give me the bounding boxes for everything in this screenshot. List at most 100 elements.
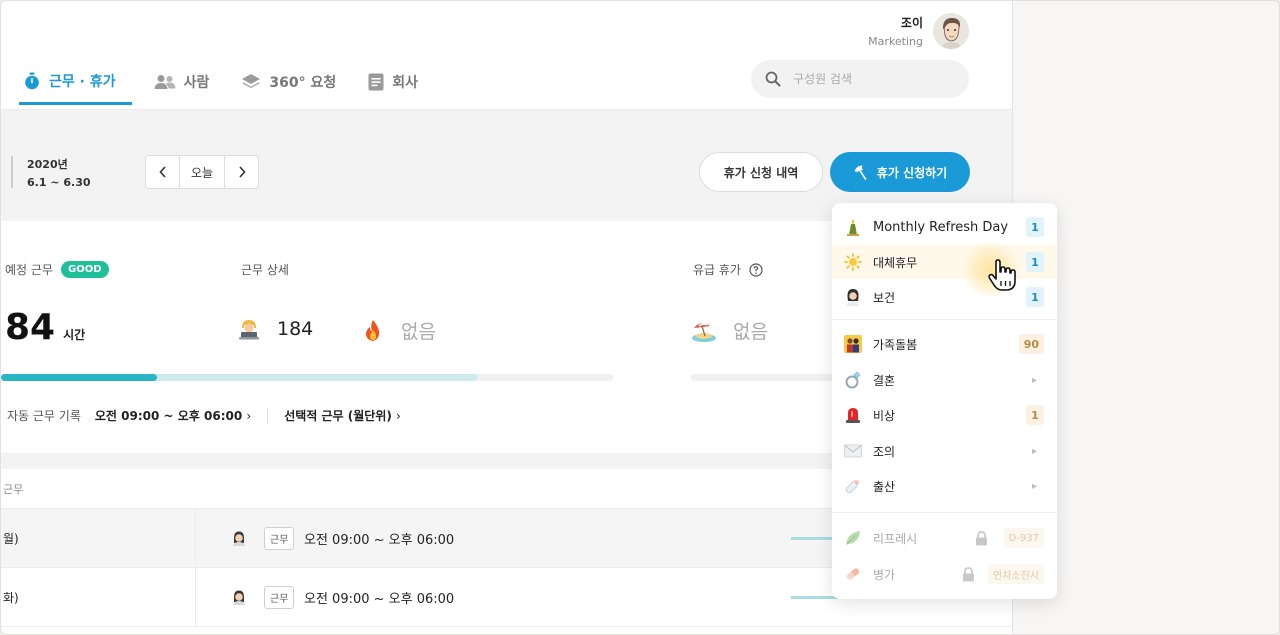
paid-leave-label-group: 유급 휴가 xyxy=(693,261,763,278)
pill-icon xyxy=(844,565,862,583)
overtime-value: 없음 xyxy=(401,321,436,343)
lock-icon xyxy=(976,530,987,545)
worker-icon xyxy=(233,531,245,546)
work-rule-links: 자동 근무 기록 오전 09:00 ~ 오후 06:00 › 선택적 근무 (월… xyxy=(7,407,401,424)
top-header: 조이 Marketing 근무 · 휴가 사람 360° 요청 회사 구성원 검… xyxy=(1,1,1012,110)
hand-cursor-icon xyxy=(988,259,1016,291)
menu-item-label: 비상 xyxy=(873,408,896,423)
siren-icon xyxy=(844,406,862,424)
menu-item-label: 가족돌봄 xyxy=(873,337,918,352)
menu-item-label: Monthly Refresh Day xyxy=(873,219,1009,235)
hours-unit: 시간 xyxy=(63,328,86,342)
tab-label: 360° 요청 xyxy=(269,75,337,91)
menu-item-condolence[interactable]: 조의 ▸ xyxy=(832,434,1057,468)
auto-record-value: 오전 09:00 ~ 오후 06:00 xyxy=(94,409,243,423)
good-badge: GOOD xyxy=(60,261,109,278)
menu-item-label: 출산 xyxy=(873,479,896,494)
stopwatch-icon xyxy=(25,72,39,89)
paid-leave-label: 유급 휴가 xyxy=(693,263,741,277)
flex-work-label: 선택적 근무 (월단위) xyxy=(284,409,392,423)
menu-item-maternity[interactable]: 출산 ▸ xyxy=(832,469,1057,503)
tab-label: 근무 · 휴가 xyxy=(49,73,116,90)
search-icon xyxy=(765,71,781,87)
work-count-stat: 184 xyxy=(237,317,313,341)
leave-type-menu: Monthly Refresh Day 1 대체휴무 1 보건 1 가족돌봄 9… xyxy=(832,203,1057,599)
period-pager: 오늘 xyxy=(145,155,259,189)
menu-item-health[interactable]: 보건 1 xyxy=(832,280,1057,314)
tab-work-leave[interactable]: 근무 · 휴가 xyxy=(19,59,132,105)
period-range: 2020년 6.1 ~ 6.30 xyxy=(11,156,91,189)
menu-item-marriage[interactable]: 결혼 ▸ xyxy=(832,363,1057,397)
chevron-right-icon: ▸ xyxy=(1031,480,1037,492)
period-dates: 6.1 ~ 6.30 xyxy=(27,176,91,189)
tab-label: 회사 xyxy=(392,75,418,91)
next-period-button[interactable] xyxy=(225,156,258,188)
main-nav: 근무 · 휴가 사람 360° 요청 회사 xyxy=(19,59,434,105)
auto-record-link[interactable]: 오전 09:00 ~ 오후 06:00 › xyxy=(95,407,251,424)
menu-item-label: 병가 xyxy=(873,567,896,582)
beach-umbrella-icon xyxy=(854,165,867,180)
count-badge: 1 xyxy=(1026,287,1044,307)
fire-icon xyxy=(366,319,380,341)
paid-leave-value: 없음 xyxy=(733,321,768,343)
user-department: Marketing xyxy=(868,35,923,48)
menu-item-label: 리프레시 xyxy=(873,531,918,546)
chevron-right-icon xyxy=(238,166,246,178)
baby-bottle-icon xyxy=(844,477,862,495)
beach-island-icon xyxy=(692,322,716,342)
people-icon xyxy=(154,75,176,89)
divider xyxy=(195,568,196,627)
woman-icon xyxy=(844,288,862,306)
count-badge: 1 xyxy=(1026,217,1044,237)
work-tag: 근무 xyxy=(264,526,295,550)
envelope-icon xyxy=(844,442,862,460)
avatar[interactable] xyxy=(933,13,969,49)
sun-icon xyxy=(844,253,862,271)
work-tag: 근무 xyxy=(264,585,295,609)
worker-icon xyxy=(233,590,245,605)
scheduled-hours: 84 시간 xyxy=(5,307,85,348)
apply-leave-label: 휴가 신청하기 xyxy=(876,165,948,180)
member-search[interactable] xyxy=(751,60,969,98)
row-day: 화) xyxy=(3,590,19,605)
menu-item-sick-leave: 병가 연차소진시 xyxy=(832,557,1057,591)
row-time: 오전 09:00 ~ 오후 06:00 xyxy=(304,591,455,607)
user-name: 조이 xyxy=(900,16,923,30)
tab-people[interactable]: 사람 xyxy=(138,59,226,105)
help-icon[interactable] xyxy=(749,262,763,277)
menu-item-label: 대체휴무 xyxy=(873,255,918,270)
hours-value: 84 xyxy=(5,307,56,348)
count-badge: 1 xyxy=(1026,252,1044,272)
scheduled-work-label-group: 예정 근무 GOOD xyxy=(5,261,109,278)
work-detail-label: 근무 상세 xyxy=(241,263,289,277)
apply-leave-button[interactable]: 휴가 신청하기 xyxy=(830,152,970,192)
chevron-right-icon: ▸ xyxy=(1031,374,1037,386)
window-frame: 조이 Marketing 근무 · 휴가 사람 360° 요청 회사 구성원 검… xyxy=(0,0,1280,635)
row-day: 월) xyxy=(3,531,19,546)
menu-item-family-care[interactable]: 가족돌봄 90 xyxy=(832,327,1057,361)
menu-item-monthly-refresh-day[interactable]: Monthly Refresh Day 1 xyxy=(832,210,1057,244)
prev-period-button[interactable] xyxy=(146,156,179,188)
work-progress-actual xyxy=(1,374,157,381)
menu-item-label: 조의 xyxy=(873,444,896,459)
count-badge: 1 xyxy=(1026,405,1044,425)
user-profile[interactable]: 조이 Marketing xyxy=(868,11,969,51)
condition-badge: 연차소진시 xyxy=(988,564,1044,584)
menu-item-label: 결혼 xyxy=(873,373,896,388)
overtime-stat: 없음 xyxy=(361,317,436,344)
menu-item-refresh: 리프레시 D-937 xyxy=(832,521,1057,555)
paid-leave-stat: 없음 xyxy=(691,317,768,344)
chevron-right-icon: › xyxy=(396,409,401,423)
menu-item-label: 보건 xyxy=(873,290,896,305)
search-input[interactable] xyxy=(793,72,943,86)
leave-history-button[interactable]: 휴가 신청 내역 xyxy=(699,152,823,192)
tab-360-request[interactable]: 360° 요청 xyxy=(225,59,352,105)
tab-company[interactable]: 회사 xyxy=(352,59,434,105)
paid-leave-progress-track xyxy=(691,374,841,381)
today-button[interactable]: 오늘 xyxy=(179,156,225,188)
menu-item-emergency[interactable]: 비상 1 xyxy=(832,398,1057,432)
chevron-right-icon: › xyxy=(246,409,252,423)
flex-work-link[interactable]: 선택적 근무 (월단위) › xyxy=(284,407,401,424)
menu-item-substitute-holiday[interactable]: 대체휴무 1 xyxy=(832,245,1057,279)
layers-icon xyxy=(242,74,261,89)
